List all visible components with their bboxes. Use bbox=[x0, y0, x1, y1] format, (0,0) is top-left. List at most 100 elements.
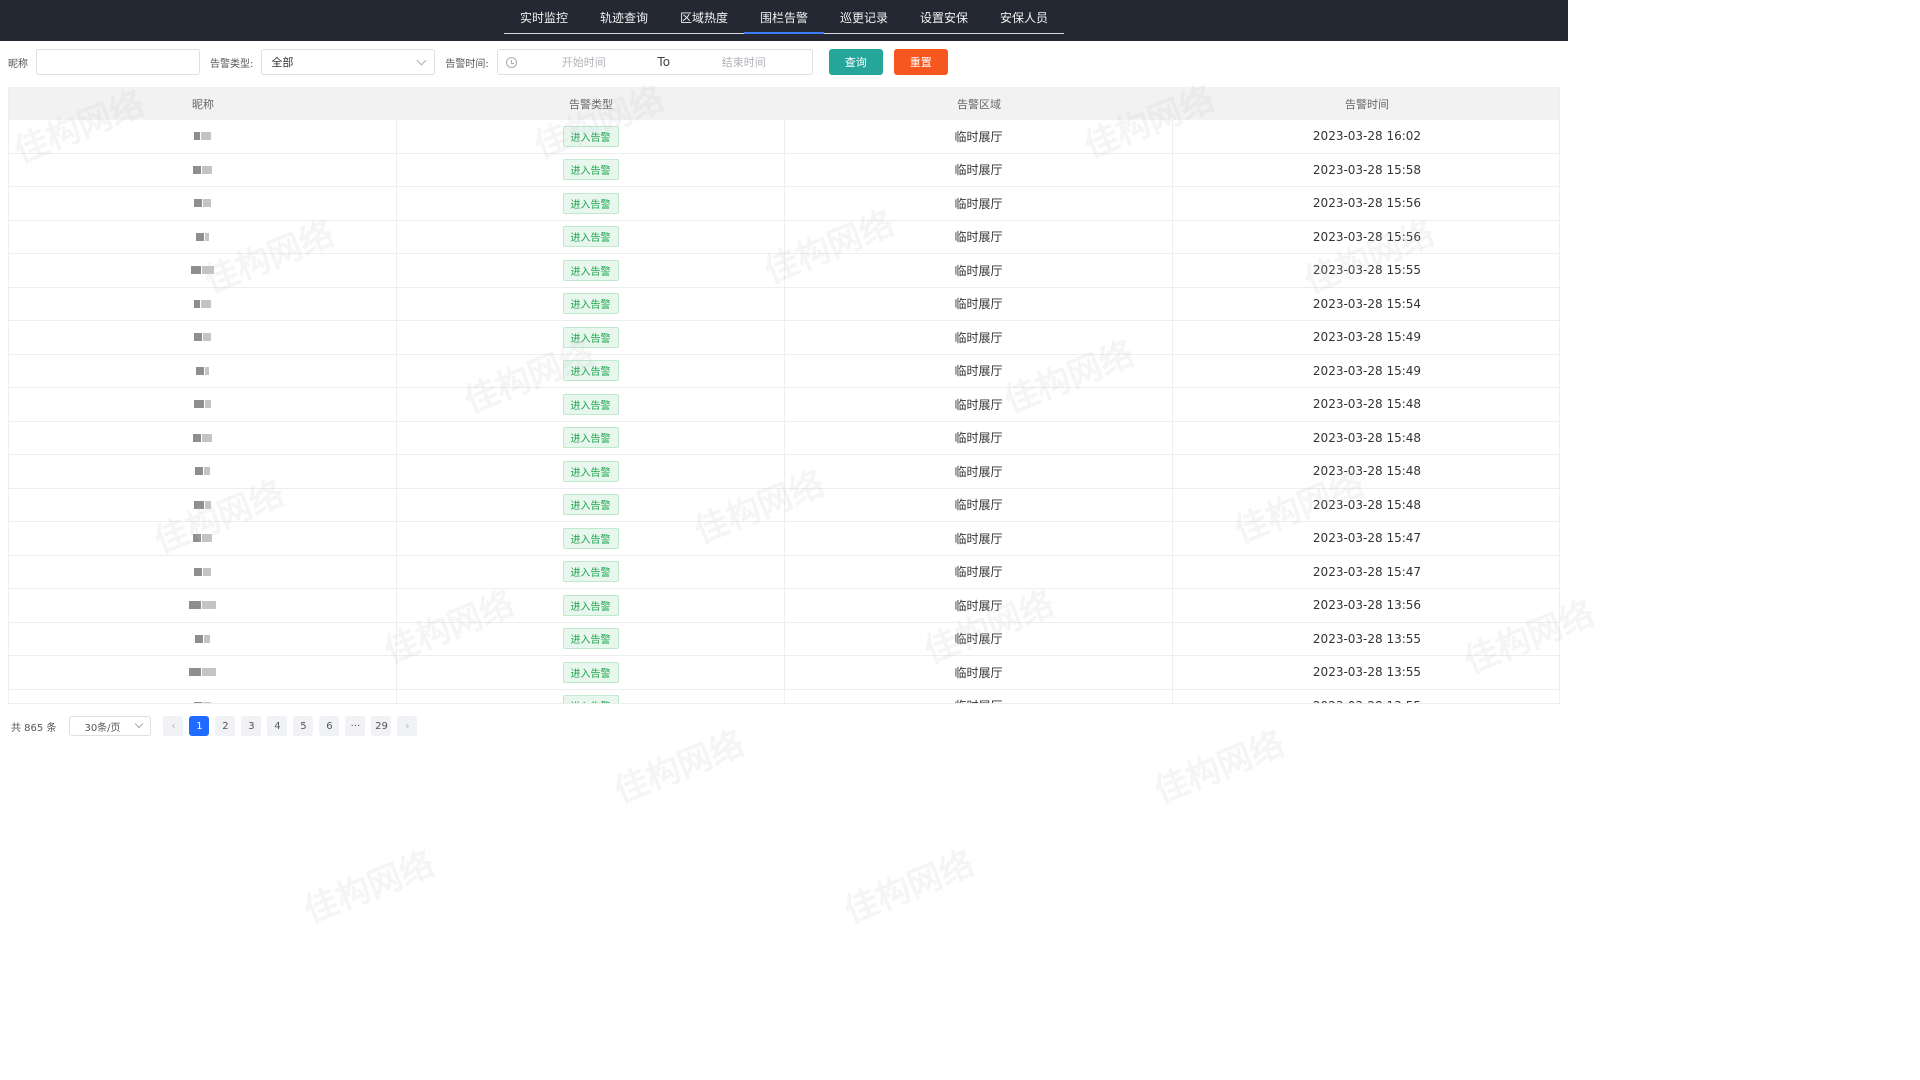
cell-alarm-type: 进入告警 bbox=[397, 522, 785, 555]
table-row[interactable]: 进入告警 临时展厅 2023-03-28 15:47 bbox=[9, 555, 1559, 589]
alarm-type-tag: 进入告警 bbox=[562, 695, 619, 703]
page-button[interactable]: 2 bbox=[215, 716, 236, 736]
nav-tab-5[interactable]: 设置安保 bbox=[904, 0, 985, 34]
cell-alarm-time: 2023-03-28 15:48 bbox=[1312, 464, 1422, 479]
nickname-redacted bbox=[196, 232, 209, 241]
start-time-input[interactable]: 开始时间 bbox=[529, 54, 639, 70]
watermark-text: 佳构网络 bbox=[1148, 723, 1290, 812]
alarm-type-tag: 进入告警 bbox=[562, 393, 619, 415]
cell-alarm-time: 2023-03-28 15:56 bbox=[1312, 229, 1422, 244]
table-row[interactable]: 进入告警 临时展厅 2023-03-28 15:55 bbox=[9, 254, 1559, 288]
alarm-type-tag: 进入告警 bbox=[562, 226, 619, 248]
table-body: 进入告警 临时展厅 2023-03-28 16:02 进入告警 临时展厅 2023-03-… bbox=[9, 120, 1559, 703]
watermark-text: 佳构网络 bbox=[608, 723, 750, 812]
table-row[interactable]: 进入告警 临时展厅 2023-03-28 15:48 bbox=[9, 421, 1559, 455]
alarm-type-tag: 进入告警 bbox=[562, 159, 619, 181]
cell-alarm-area: 临时展厅 bbox=[785, 689, 1173, 703]
cell-nickname bbox=[9, 354, 397, 387]
nav-tab-3[interactable]: 围栏告警 bbox=[743, 0, 825, 34]
end-time-input[interactable]: 结束时间 bbox=[689, 54, 799, 70]
watermark-text: 佳构网络 bbox=[298, 843, 440, 932]
cell-nickname bbox=[9, 622, 397, 655]
cell-alarm-area: 临时展厅 bbox=[785, 656, 1173, 689]
table-row[interactable]: 进入告警 临时展厅 2023-03-28 15:48 bbox=[9, 388, 1559, 422]
page-button[interactable]: 6 bbox=[319, 716, 340, 736]
page-button[interactable]: 1 bbox=[189, 716, 210, 736]
page-button[interactable]: 5 bbox=[293, 716, 314, 736]
nav-tab-0[interactable]: 实时监控 bbox=[503, 0, 584, 34]
cell-nickname bbox=[9, 522, 397, 555]
cell-alarm-time: 2023-03-28 15:48 bbox=[1312, 430, 1422, 445]
total-count: 共 865 条 bbox=[11, 722, 57, 734]
date-range-picker[interactable]: 开始时间 To 结束时间 bbox=[496, 49, 813, 75]
table-row[interactable]: 进入告警 临时展厅 2023-03-28 15:58 bbox=[9, 153, 1559, 187]
page-size-select[interactable]: 30条/页 bbox=[69, 716, 152, 736]
page-button[interactable]: 3 bbox=[241, 716, 262, 736]
cell-alarm-area: 临时展厅 bbox=[785, 354, 1173, 387]
cell-alarm-area: 临时展厅 bbox=[785, 287, 1173, 320]
alarm-type-tag: 进入告警 bbox=[562, 326, 619, 348]
cell-alarm-area: 临时展厅 bbox=[785, 622, 1173, 655]
alarm-type-tag: 进入告警 bbox=[562, 494, 619, 516]
nick-input[interactable] bbox=[36, 49, 200, 75]
cell-nickname bbox=[9, 321, 397, 354]
table-row[interactable]: 进入告警 临时展厅 2023-03-28 15:56 bbox=[9, 187, 1559, 221]
cell-nickname bbox=[9, 656, 397, 689]
nickname-redacted bbox=[194, 567, 211, 576]
alarm-time-label: 告警时间: bbox=[445, 58, 489, 70]
table-row[interactable]: 进入告警临时展厅2023-03-28 13:55 bbox=[9, 656, 1559, 690]
table-header: 昵称 告警类型 告警区域 告警时间 bbox=[9, 87, 1559, 120]
cell-alarm-area: 临时展厅 bbox=[785, 388, 1173, 421]
cell-alarm-time: 2023-03-28 15:58 bbox=[1312, 162, 1422, 177]
table-row[interactable]: 进入告警 临时展厅 2023-03-28 15:54 bbox=[9, 287, 1559, 321]
cell-alarm-area: 临时展厅 bbox=[785, 220, 1173, 253]
table-row[interactable]: 进入告警 临时展厅 2023-03-28 13:56 bbox=[9, 589, 1559, 623]
nickname-redacted bbox=[194, 299, 211, 308]
table-row[interactable]: 进入告警 临时展厅 2023-03-28 16:02 bbox=[9, 120, 1559, 154]
table-row[interactable]: 进入告警临时展厅2023-03-28 13:55 bbox=[9, 622, 1559, 656]
nav-tab-4[interactable]: 巡更记录 bbox=[824, 0, 905, 34]
cell-alarm-area: 临时展厅 bbox=[785, 187, 1173, 220]
nav-tab-2[interactable]: 区域热度 bbox=[663, 0, 744, 34]
cell-alarm-type: 进入告警 bbox=[397, 354, 785, 387]
alarm-type-select[interactable]: 全部 bbox=[261, 49, 436, 75]
table-row[interactable]: 进入告警 临时展厅 2023-03-28 15:47 bbox=[9, 522, 1559, 556]
nav-tab-1[interactable]: 轨迹查询 bbox=[583, 0, 664, 34]
chevron-down-icon bbox=[416, 55, 427, 65]
table-row[interactable]: 进入告警 临时展厅 2023-03-28 15:49 bbox=[9, 354, 1559, 388]
table-row[interactable]: 进入告警 临时展厅 2023-03-28 15:48 bbox=[9, 455, 1559, 489]
next-page-button[interactable]: › bbox=[397, 716, 418, 736]
cell-alarm-type: 进入告警 bbox=[397, 120, 785, 153]
table-row[interactable]: 进入告警临时展厅2023-03-28 13:55 bbox=[9, 689, 1559, 703]
cell-alarm-time: 2023-03-28 15:56 bbox=[1312, 196, 1422, 211]
header-alarm-type: 告警类型 bbox=[569, 97, 613, 111]
nickname-redacted bbox=[193, 165, 212, 174]
cell-nickname bbox=[9, 287, 397, 320]
alarm-type-tag: 进入告警 bbox=[562, 125, 619, 147]
reset-button[interactable]: 重置 bbox=[893, 49, 948, 75]
cell-alarm-area: 临时展厅 bbox=[785, 254, 1173, 287]
chevron-down-icon bbox=[135, 719, 144, 729]
table-row[interactable]: 进入告警 临时展厅 2023-03-28 15:56 bbox=[9, 220, 1559, 254]
header-alarm-time: 告警时间 bbox=[1345, 97, 1389, 111]
alarm-type-tag: 进入告警 bbox=[562, 594, 619, 616]
cell-alarm-time: 2023-03-28 15:48 bbox=[1312, 397, 1422, 412]
cell-alarm-area: 临时展厅 bbox=[785, 488, 1173, 521]
cell-alarm-area: 临时展厅 bbox=[785, 589, 1173, 622]
nickname-redacted bbox=[194, 400, 211, 409]
cell-alarm-area: 临时展厅 bbox=[785, 153, 1173, 186]
alarm-type-label: 告警类型: bbox=[210, 58, 254, 70]
nav-tab-6[interactable]: 安保人员 bbox=[984, 0, 1065, 34]
cell-alarm-area: 临时展厅 bbox=[785, 555, 1173, 588]
table-row[interactable]: 进入告警 临时展厅 2023-03-28 15:48 bbox=[9, 488, 1559, 522]
page-button[interactable]: 29 bbox=[371, 716, 392, 736]
page-ellipsis[interactable]: ··· bbox=[345, 716, 366, 736]
prev-page-button[interactable]: ‹ bbox=[163, 716, 184, 736]
watermark-text: 佳构网络 bbox=[838, 843, 980, 932]
page-button[interactable]: 4 bbox=[267, 716, 288, 736]
query-button[interactable]: 查询 bbox=[828, 49, 883, 75]
nickname-redacted bbox=[196, 366, 209, 375]
table-row[interactable]: 进入告警 临时展厅 2023-03-28 15:49 bbox=[9, 321, 1559, 355]
nickname-redacted bbox=[194, 132, 211, 141]
cell-alarm-time: 2023-03-28 16:02 bbox=[1312, 129, 1422, 144]
